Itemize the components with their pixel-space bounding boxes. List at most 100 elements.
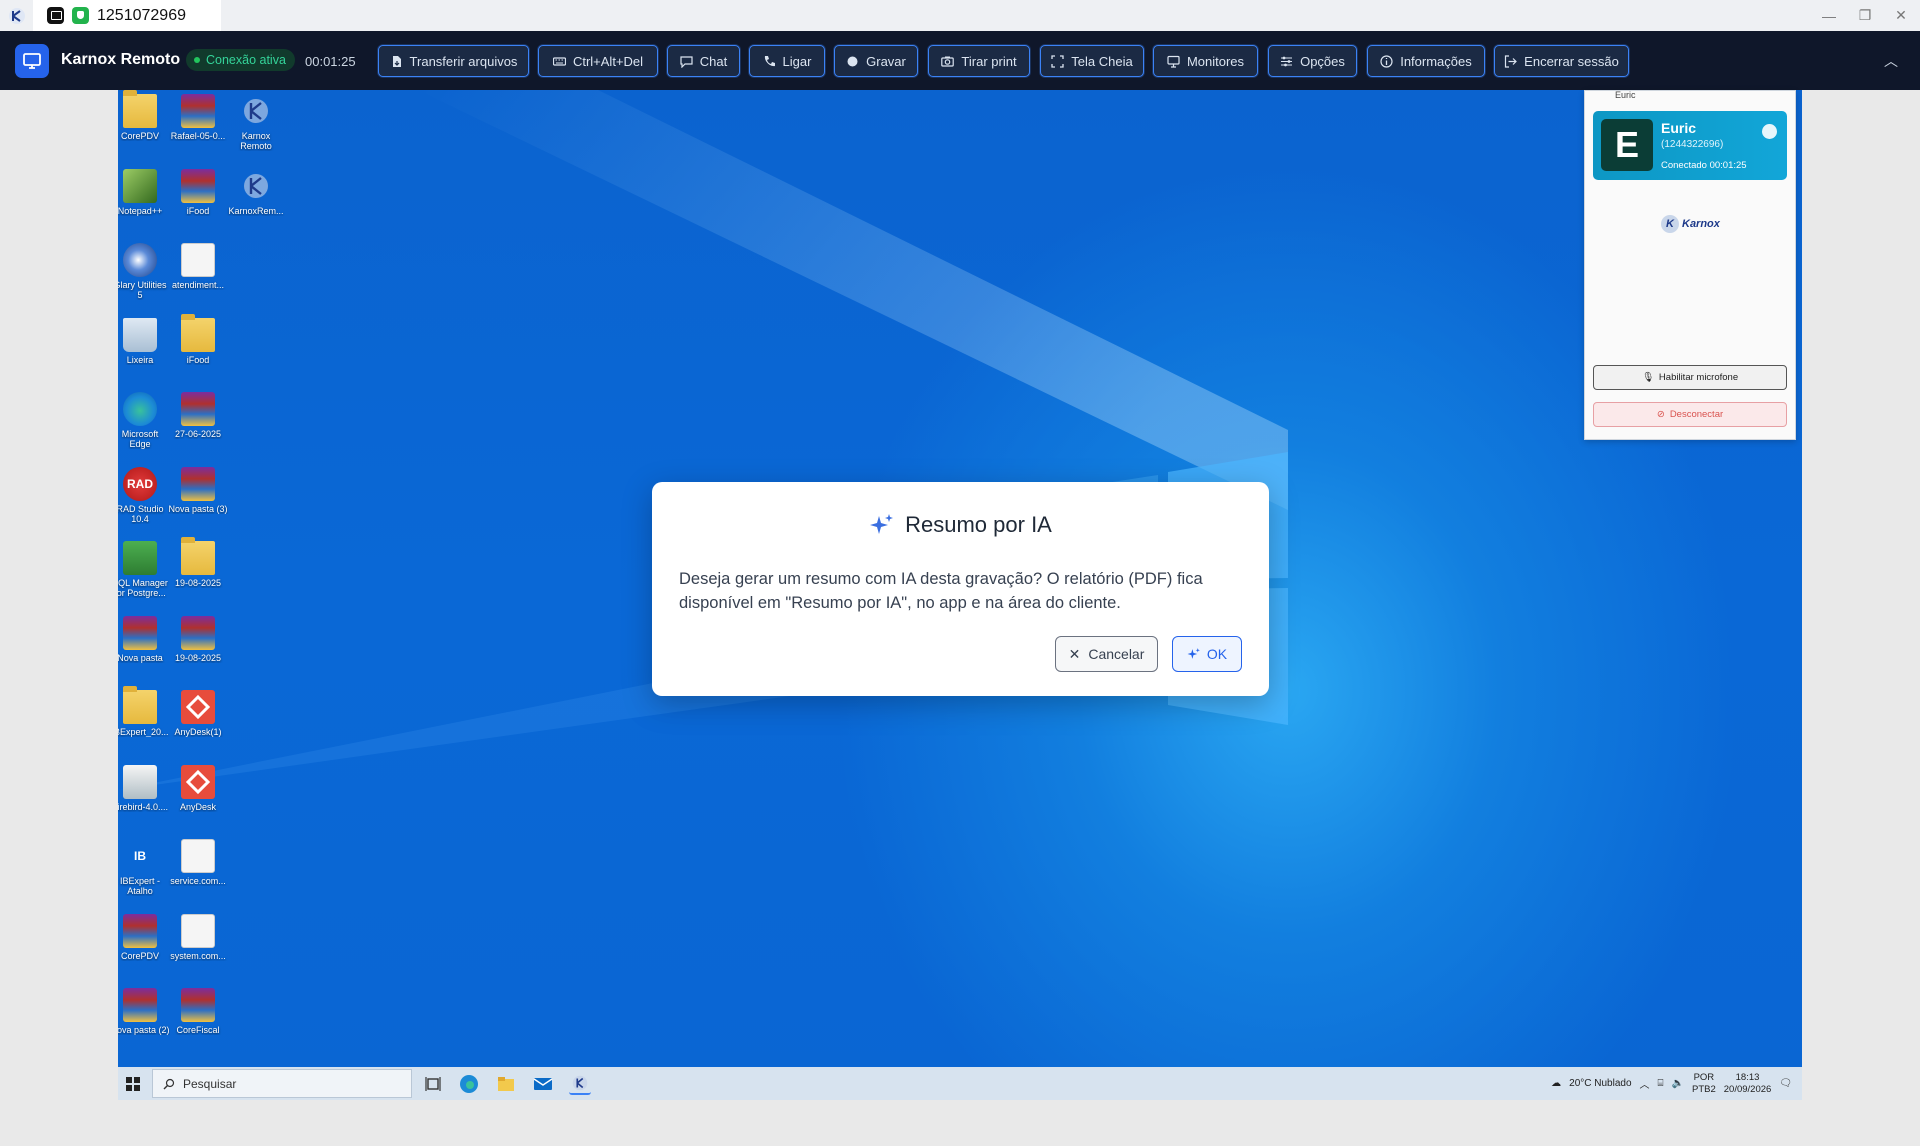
edge-taskbar-icon[interactable]: [458, 1073, 480, 1095]
options-button[interactable]: Opções: [1268, 45, 1357, 77]
desktop-icon[interactable]: 19-08-2025: [170, 537, 226, 588]
rad-icon: RAD: [123, 466, 157, 501]
karnox-app-icon: [9, 8, 25, 24]
cancel-button[interactable]: ✕ Cancelar: [1055, 636, 1158, 672]
collapse-toolbar-button[interactable]: ︿: [1884, 51, 1898, 71]
desktop-icon[interactable]: Nova pasta (3): [168, 466, 228, 514]
volume-icon[interactable]: 🔈: [1672, 1078, 1684, 1089]
info-button[interactable]: Informações: [1367, 45, 1485, 77]
file-icon: [181, 913, 215, 948]
desktop-icon-label: Nova pasta (2): [118, 1025, 170, 1035]
rar-icon: [181, 168, 215, 203]
weather-text[interactable]: 20°C Nublado: [1569, 1078, 1631, 1089]
desktop-icon[interactable]: Glary Utilities 5: [118, 243, 168, 300]
restore-button[interactable]: ❐: [1852, 7, 1878, 24]
windows-start-icon[interactable]: [125, 1076, 141, 1092]
rar-icon: [181, 988, 215, 1022]
fullscreen-button[interactable]: Tela Cheia: [1040, 45, 1144, 77]
desktop-icon[interactable]: 27-06-2025: [170, 392, 226, 439]
fullscreen-label: Tela Cheia: [1071, 53, 1133, 69]
desktop-icon[interactable]: IB IBExpert - Atalho: [118, 839, 168, 896]
karnox-taskbar-icon[interactable]: [569, 1073, 591, 1095]
desktop-icon[interactable]: RAD RAD Studio 10.4: [118, 466, 168, 524]
desktop-icon-label: 19-08-2025: [174, 652, 222, 663]
end-session-label: Encerrar sessão: [1524, 53, 1619, 69]
session-tab-title: 1251072969: [97, 6, 186, 24]
desktop-icon[interactable]: Nova pasta: [118, 615, 168, 663]
desktop-icon-label: IBExpert - Atalho: [119, 876, 160, 896]
sliders-icon: [1281, 56, 1293, 66]
file-transfer-icon: [392, 55, 401, 67]
desktop-icon[interactable]: AnyDesk(1): [170, 690, 226, 737]
rar-icon: [181, 392, 215, 426]
user-status: Conectado 00:01:25: [1661, 160, 1747, 171]
desktop-icon[interactable]: iFood: [170, 313, 226, 365]
desktop-icon-label: Glary Utilities 5: [118, 280, 167, 300]
camera-icon: [941, 56, 955, 67]
mail-icon[interactable]: [532, 1073, 554, 1095]
desktop-icon[interactable]: CorePDV: [118, 90, 168, 141]
desktop-icon[interactable]: KarnoxRem...: [228, 169, 284, 216]
minimize-button[interactable]: —: [1816, 8, 1842, 24]
file-explorer-icon[interactable]: [495, 1073, 517, 1095]
desktop-icon[interactable]: Nova pasta (2): [118, 988, 170, 1035]
disconnect-button[interactable]: ⊘ Desconectar: [1593, 402, 1787, 427]
rar-icon: [181, 94, 215, 128]
search-icon: [163, 1078, 175, 1089]
fullscreen-icon: [1051, 54, 1064, 68]
monitors-button[interactable]: Monitores: [1153, 45, 1258, 77]
ctrl-alt-del-button[interactable]: Ctrl+Alt+Del: [538, 45, 658, 77]
desktop-icon[interactable]: Microsoft Edge: [118, 392, 168, 449]
desktop-icon[interactable]: AnyDesk: [170, 764, 226, 812]
desktop-icon-label: AnyDesk(1): [174, 727, 222, 737]
desktop-icon[interactable]: SQL Manager for Postgre...: [118, 541, 168, 598]
tray-overflow-icon[interactable]: ︿: [1640, 1076, 1650, 1091]
clock[interactable]: 18:13 20/09/2026: [1724, 1072, 1772, 1096]
task-view-icon[interactable]: [422, 1073, 444, 1095]
close-button[interactable]: ✕: [1888, 7, 1914, 24]
desktop-icon[interactable]: 19-08-2025: [170, 615, 226, 663]
desktop-icon[interactable]: service.com...: [170, 839, 226, 886]
desktop-icon[interactable]: Karnox Remoto: [228, 94, 284, 151]
desktop-icon[interactable]: iFood: [170, 168, 226, 216]
clock-date: 20/09/2026: [1723, 1083, 1772, 1095]
connection-status-text: Conexão ativa: [206, 53, 286, 67]
desktop-icon[interactable]: Notepad++: [118, 168, 168, 216]
desktop-icon[interactable]: Lixeira: [118, 317, 168, 365]
language-indicator[interactable]: POR PTB2: [1692, 1072, 1716, 1096]
desktop-icon[interactable]: atendiment...: [170, 243, 226, 290]
desktop-icon-label: Firebird-4.0....: [118, 801, 169, 812]
chat-icon: [680, 55, 693, 68]
network-icon[interactable]: ⌸: [1658, 1078, 1664, 1089]
taskbar-search[interactable]: Pesquisar: [152, 1069, 412, 1098]
panel-header: Euric: [1615, 91, 1636, 100]
monitors-label: Monitores: [1186, 53, 1245, 69]
info-icon: [1380, 54, 1393, 68]
desktop-icon[interactable]: CorePDV: [118, 913, 168, 961]
monitor-icon: [1167, 55, 1180, 68]
desktop-icon[interactable]: system.com...: [170, 913, 226, 961]
desktop-icon[interactable]: Firebird-4.0....: [118, 764, 169, 812]
desktop-icon[interactable]: IBExpert_20...: [118, 686, 169, 737]
options-label: Opções: [1300, 53, 1345, 69]
sparkles-icon: [870, 514, 894, 534]
desktop-icon[interactable]: CoreFiscal: [170, 988, 226, 1035]
chat-icon[interactable]: [1762, 124, 1777, 139]
connection-status-badge: Conexão ativa: [186, 49, 295, 71]
record-button[interactable]: Gravar: [834, 45, 918, 77]
ok-label: OK: [1206, 646, 1228, 662]
screenshot-button[interactable]: Tirar print: [928, 45, 1030, 77]
transfer-files-button[interactable]: Transferir arquivos: [378, 45, 529, 77]
desktop-icon[interactable]: Rafael-05-0...: [170, 94, 226, 141]
chat-button[interactable]: Chat: [667, 45, 740, 77]
end-session-button[interactable]: Encerrar sessão: [1494, 45, 1629, 77]
weather-icon: ☁: [1551, 1078, 1562, 1089]
session-tab[interactable]: 1251072969: [33, 0, 221, 31]
notifications-icon[interactable]: 🗨: [1779, 1078, 1792, 1089]
desktop-icon-label: system.com...: [170, 950, 226, 961]
ok-button[interactable]: OK: [1172, 636, 1242, 672]
phone-icon: [764, 55, 775, 66]
enable-mic-button[interactable]: 🎙 Habilitar microfone: [1593, 365, 1787, 390]
call-button[interactable]: Ligar: [749, 45, 825, 77]
enable-mic-label: Habilitar microfone: [1658, 372, 1739, 383]
